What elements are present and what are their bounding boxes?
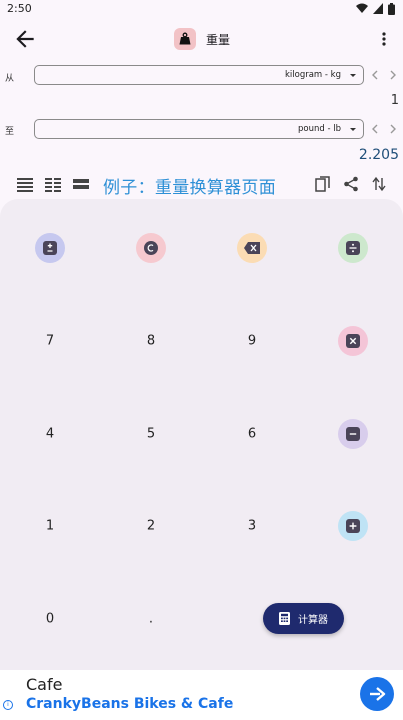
plus-button[interactable]: [338, 511, 368, 541]
dropdown-caret-icon: [350, 128, 356, 131]
to-unit-text: pound - lb: [298, 124, 341, 134]
key-1[interactable]: 1: [46, 519, 54, 534]
back-arrow-icon[interactable]: [12, 26, 38, 52]
multiply-button[interactable]: [338, 326, 368, 356]
signal-icon: [373, 3, 383, 14]
ad-banner[interactable]: i Cafe CrankyBeans Bikes & Cafe: [0, 670, 403, 720]
chevron-right-icon[interactable]: [387, 123, 399, 135]
key-2[interactable]: 2: [147, 519, 155, 534]
title-group: 重量: [174, 27, 230, 51]
plus-icon: [346, 519, 360, 533]
more-vert-icon[interactable]: [376, 28, 392, 50]
status-time: 2:50: [7, 2, 32, 15]
chevron-left-icon[interactable]: [369, 123, 381, 135]
backspace-button[interactable]: [237, 233, 267, 263]
directions-button[interactable]: [360, 677, 394, 711]
share-icon[interactable]: [343, 176, 359, 192]
key-8[interactable]: 8: [147, 334, 155, 349]
key-decimal[interactable]: .: [149, 612, 153, 627]
clear-icon: [144, 241, 158, 255]
chevron-left-icon[interactable]: [369, 69, 381, 81]
dropdown-caret-icon: [350, 74, 356, 77]
to-unit-select[interactable]: pound - lb: [34, 119, 364, 139]
single-view-icon[interactable]: [73, 176, 89, 192]
chevron-right-icon[interactable]: [387, 69, 399, 81]
to-label: 至: [5, 127, 15, 137]
plus-minus-icon: [43, 241, 57, 255]
tool-row: 例子：重量换算器页面: [0, 170, 403, 198]
status-icons: [356, 2, 395, 15]
calculator-icon: [279, 612, 290, 625]
minus-button[interactable]: [338, 419, 368, 449]
fab-label: 计算器: [298, 615, 328, 626]
key-3[interactable]: 3: [248, 519, 256, 534]
from-value[interactable]: 1: [391, 93, 399, 108]
divide-icon: [346, 241, 360, 255]
plus-minus-button[interactable]: [35, 233, 65, 263]
from-unit-text: kilogram - kg: [284, 70, 341, 80]
ad-info-icon[interactable]: i: [3, 700, 13, 710]
key-9[interactable]: 9: [248, 334, 256, 349]
ad-subtitle: CrankyBeans Bikes & Cafe: [26, 696, 234, 712]
caption-text: 例子：重量换算器页面: [103, 178, 276, 198]
app-bar: 重量: [0, 18, 403, 60]
key-6[interactable]: 6: [248, 427, 256, 442]
key-4[interactable]: 4: [46, 427, 54, 442]
directions-icon: [370, 687, 386, 701]
from-unit-select[interactable]: kilogram - kg: [34, 65, 364, 85]
calculator-fab[interactable]: 计算器: [263, 603, 344, 634]
key-7[interactable]: 7: [46, 334, 54, 349]
clear-button[interactable]: [136, 233, 166, 263]
list-view-icon[interactable]: [17, 176, 33, 192]
divide-button[interactable]: [338, 233, 368, 263]
status-bar: 2:50: [0, 0, 403, 18]
key-0[interactable]: 0: [46, 612, 54, 627]
to-value: 2.205: [358, 147, 399, 163]
weight-icon: [174, 28, 196, 50]
from-label: 从: [5, 74, 15, 84]
backspace-icon: [244, 242, 260, 254]
key-5[interactable]: 5: [147, 427, 155, 442]
wifi-icon: [356, 3, 368, 13]
copy-icon[interactable]: [315, 176, 331, 192]
grid-view-icon[interactable]: [45, 176, 61, 192]
swap-icon[interactable]: [371, 176, 387, 192]
battery-icon: [388, 2, 395, 15]
minus-icon: [346, 427, 360, 441]
page-title: 重量: [206, 32, 231, 47]
multiply-icon: [346, 334, 360, 348]
ad-title: Cafe: [26, 675, 63, 694]
